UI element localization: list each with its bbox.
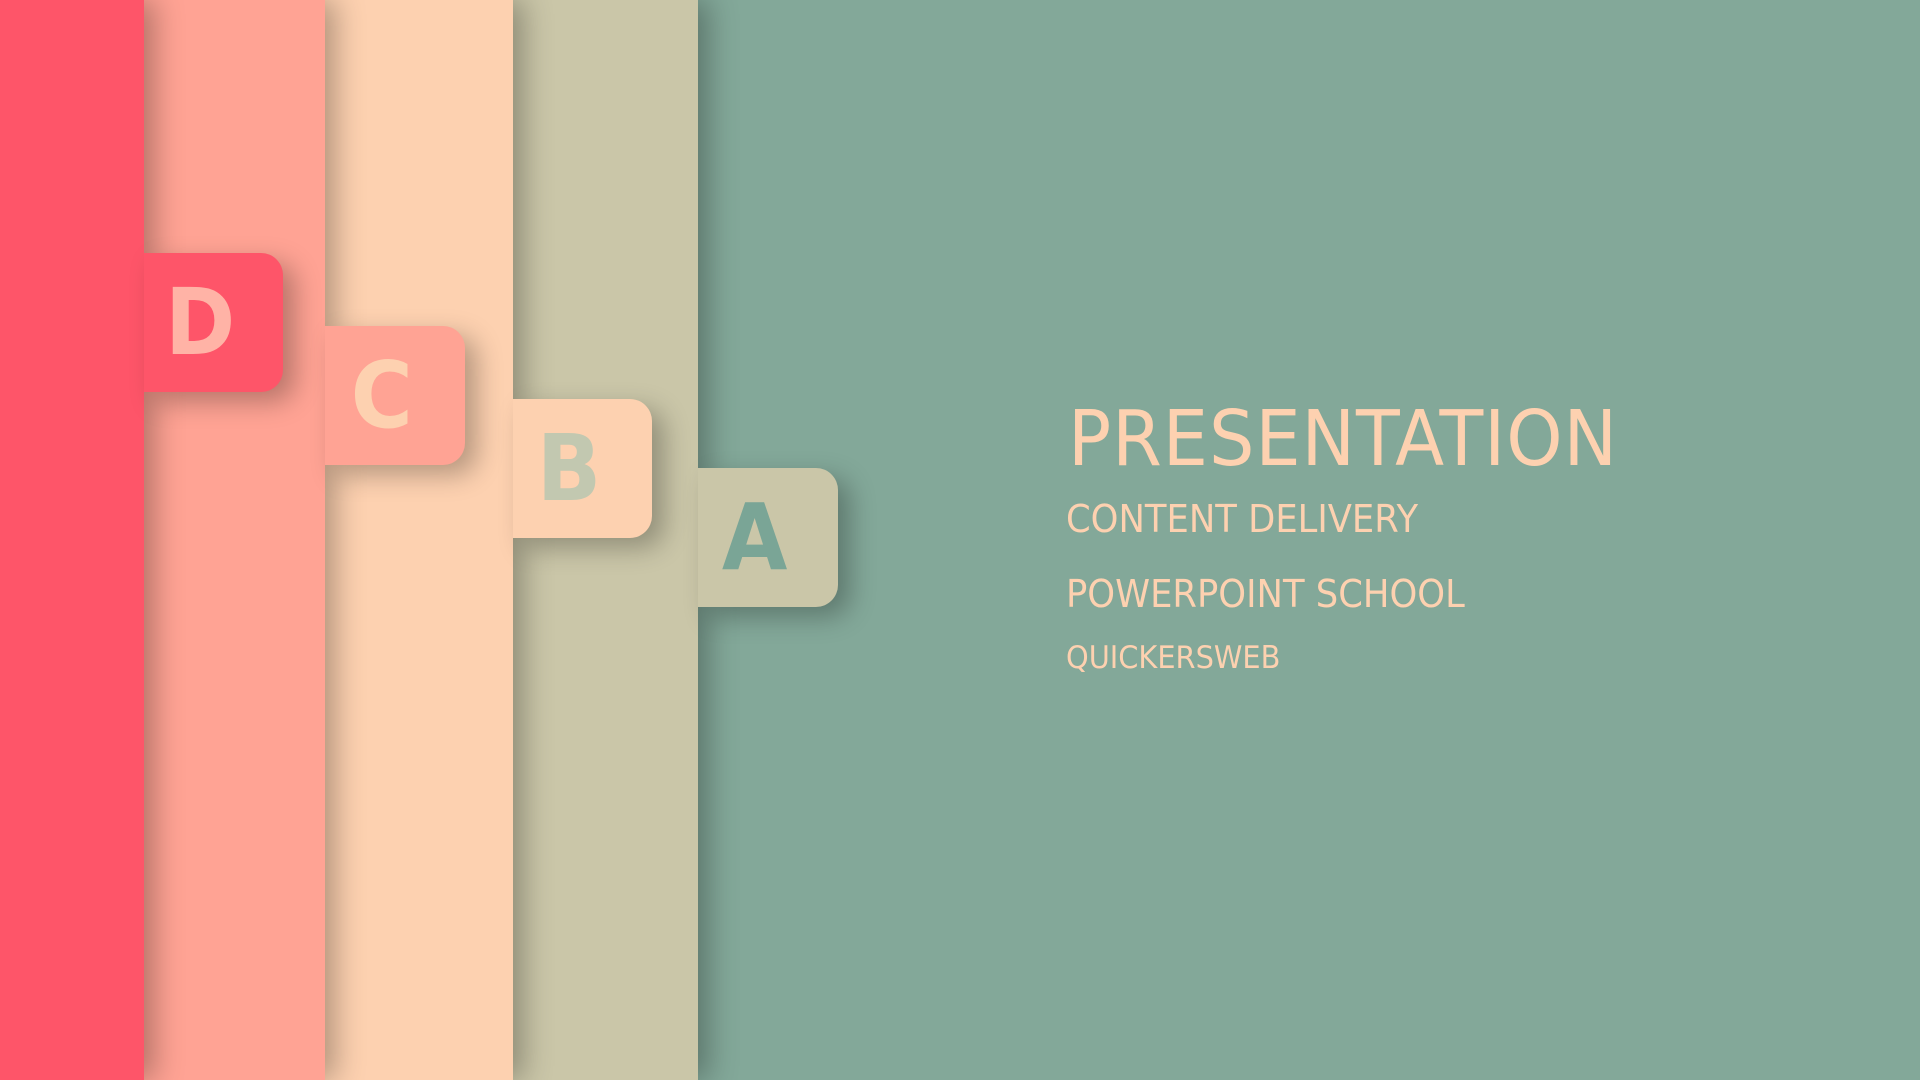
- tab-b-letter: B: [537, 414, 602, 522]
- slide-title: PRESENTATION: [1068, 395, 1619, 484]
- tab-c-letter: C: [350, 341, 414, 449]
- title-block: PRESENTATION CONTENT DELIVERY POWERPOINT…: [1066, 395, 1659, 676]
- tab-d-letter: D: [165, 268, 236, 376]
- tab-d: D: [144, 253, 283, 392]
- subtitle-powerpoint-school: POWERPOINT SCHOOL: [1066, 572, 1465, 616]
- tab-a: A: [698, 468, 838, 607]
- slide-canvas: A B C D PRESENTATION CONTENT DELIVERY PO…: [0, 0, 1920, 1080]
- tab-b: B: [513, 399, 652, 538]
- tab-c: C: [325, 326, 465, 465]
- subtitle-quickersweb: QUICKERSWEB: [1066, 640, 1281, 676]
- tab-a-letter: A: [722, 483, 788, 591]
- subtitle-content-delivery: CONTENT DELIVERY: [1066, 497, 1419, 541]
- strip-d: [0, 0, 144, 1080]
